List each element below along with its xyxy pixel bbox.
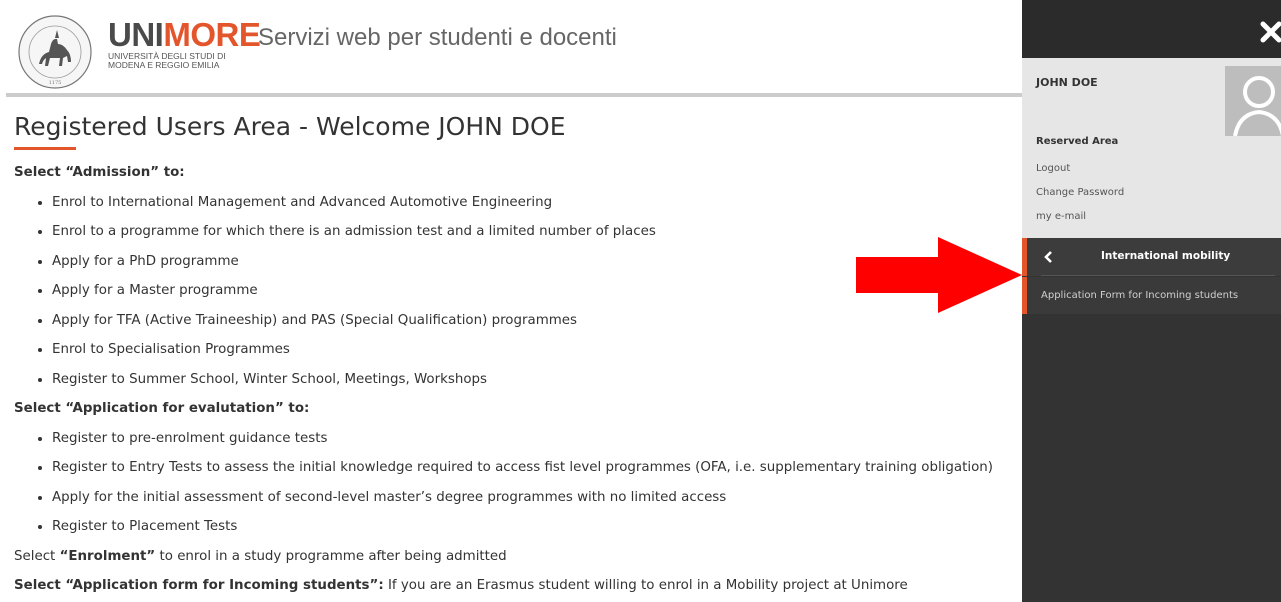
menu-item-label[interactable]: Application Form for Incoming students	[1041, 290, 1238, 301]
page-title: Registered Users Area - Welcome JOHN DOE	[14, 112, 566, 141]
list-item: Apply for the initial assessment of seco…	[52, 483, 1014, 513]
user-box: JOHN DOE Reserved Area Logout Change Pas…	[1022, 58, 1281, 238]
site-header: 1175 UNIMORE UNIVERSITÀ DEGLI STUDI DI M…	[0, 0, 1022, 92]
evaluation-list: Register to pre-enrolment guidance tests…	[14, 424, 1014, 542]
sidebar-top-bar	[1022, 0, 1281, 58]
red-arrow-icon	[856, 237, 1022, 313]
logout-link[interactable]: Logout	[1036, 163, 1070, 174]
incoming-note: Select “Application form for Incoming st…	[14, 571, 1014, 601]
university-seal-icon: 1175	[18, 15, 92, 89]
brand-subtitle: UNIVERSITÀ DEGLI STUDI DI MODENA E REGGI…	[108, 52, 260, 70]
main-content: Registered Users Area - Welcome JOHN DOE…	[14, 110, 1014, 601]
incoming-bold: Select “Application form for Incoming st…	[14, 578, 384, 593]
my-email-link[interactable]: my e-mail	[1036, 211, 1086, 222]
section-heading-evaluation: Select “Application for evalutation” to:	[14, 401, 310, 416]
enrolment-bold: “Enrolment”	[59, 548, 156, 564]
reserved-area-heading: Reserved Area	[1036, 136, 1119, 147]
sidebar: JOHN DOE Reserved Area Logout Change Pas…	[1022, 0, 1281, 602]
brand-logo[interactable]: UNIMORE UNIVERSITÀ DEGLI STUDI DI MODENA…	[108, 18, 261, 70]
list-item: Enrol to International Management and Ad…	[52, 188, 1014, 218]
brand-wordmark: UNIMORE	[108, 18, 261, 51]
enrolment-post: to enrol in a study programme after bein…	[155, 548, 507, 564]
section-heading-admission: Select “Admission” to:	[14, 165, 185, 180]
menu-divider	[1041, 275, 1275, 276]
enrolment-note: Select “Enrolment” to enrol in a study p…	[14, 542, 1014, 572]
user-avatar-icon	[1233, 76, 1281, 136]
instructions: Select “Admission” to: Enrol to Internat…	[14, 158, 1014, 601]
chevron-left-icon[interactable]	[1043, 250, 1053, 264]
title-underline	[14, 147, 76, 150]
change-password-link[interactable]: Change Password	[1036, 187, 1124, 198]
brand-uni: UNI	[108, 16, 164, 53]
menu-header-label: International mobility	[1101, 250, 1231, 262]
brand-more: MORE	[163, 16, 261, 53]
menu-item-application-form-incoming[interactable]: Application Form for Incoming students	[1022, 277, 1281, 314]
list-item: Register to pre-enrolment guidance tests	[52, 424, 1014, 454]
avatar	[1225, 66, 1281, 136]
menu-header-international-mobility[interactable]: International mobility	[1022, 238, 1281, 276]
list-item: Register to Summer School, Winter School…	[52, 365, 1014, 395]
header-divider	[6, 93, 1022, 97]
svg-text:1175: 1175	[49, 80, 62, 86]
list-item: Enrol to Specialisation Programmes	[52, 335, 1014, 365]
brand-subtitle-line2: MODENA E REGGIO EMILIA	[108, 60, 220, 70]
list-item: Register to Placement Tests	[52, 512, 1014, 542]
user-name: JOHN DOE	[1036, 76, 1098, 89]
close-icon[interactable]	[1259, 16, 1281, 46]
enrolment-pre: Select	[14, 548, 60, 564]
incoming-post: If you are an Erasmus student willing to…	[383, 578, 908, 593]
site-title: Servizi web per studenti e docenti	[258, 24, 617, 51]
list-item: Register to Entry Tests to assess the in…	[52, 453, 1014, 483]
